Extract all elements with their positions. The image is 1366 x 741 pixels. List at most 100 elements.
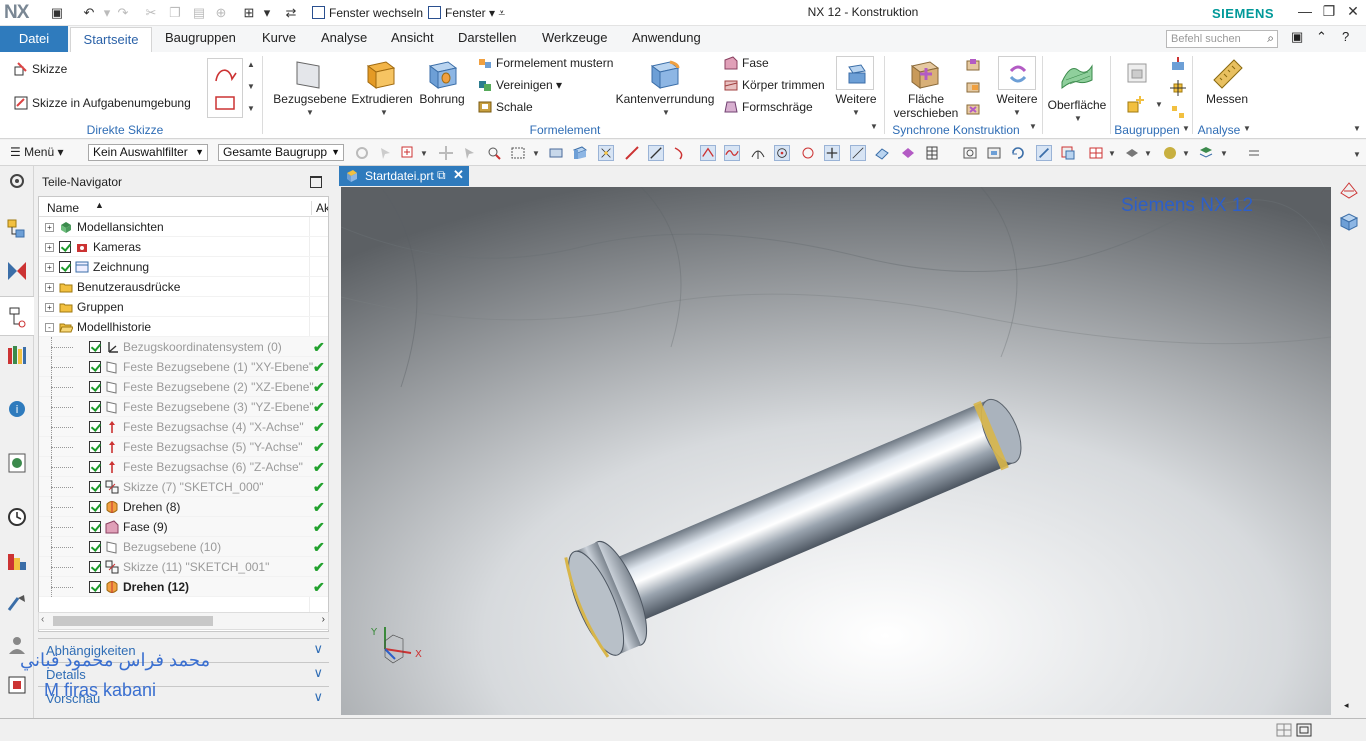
dropdown-icon[interactable]: ▼ [532, 149, 540, 158]
datum-plane-button[interactable]: Bezugsebene [272, 92, 348, 106]
gallery-up-icon[interactable]: ▲ [247, 60, 255, 69]
tab-home[interactable]: Startseite [70, 27, 152, 52]
tab-application[interactable]: Anwendung [632, 30, 701, 45]
help-icon[interactable]: ? [1342, 29, 1349, 44]
tab-assemblies[interactable]: Baugruppen [165, 30, 236, 45]
more-features-button[interactable]: Weitere [826, 92, 886, 106]
dropdown-icon[interactable]: ▼ [1108, 149, 1116, 158]
measure-button[interactable]: Messen [1198, 92, 1256, 106]
dropdown-icon[interactable]: ▼ [1182, 124, 1190, 133]
visibility-checkbox[interactable] [89, 361, 101, 373]
select-filter-icon[interactable] [400, 145, 416, 161]
visibility-checkbox[interactable] [89, 481, 101, 493]
control-point-icon[interactable] [672, 145, 688, 161]
expand-toggle-icon[interactable]: + [45, 223, 54, 232]
move-icon[interactable] [438, 145, 454, 161]
column-name[interactable]: Name [47, 201, 79, 215]
toolbar-options-icon[interactable] [1246, 145, 1262, 161]
command-search-input[interactable]: Befehl suchen ⌕ [1166, 30, 1278, 48]
rectangle-select-icon[interactable] [510, 145, 526, 161]
tree-row[interactable]: Drehen (12) ✔ [39, 577, 328, 597]
hd3d-tools-icon[interactable]: i [6, 398, 28, 420]
view-triad-icon[interactable] [1338, 178, 1360, 200]
visibility-checkbox[interactable] [89, 341, 101, 353]
chamfer-button[interactable]: Fase [724, 56, 769, 70]
scroll-left-icon[interactable]: ‹ [41, 614, 44, 625]
horizontal-scrollbar[interactable]: ‹ › [38, 612, 329, 630]
gallery-down-icon[interactable]: ▼ [247, 82, 255, 91]
view-section-icon[interactable] [1060, 145, 1076, 161]
tab-curve[interactable]: Kurve [262, 30, 296, 45]
move-face-line2[interactable]: verschieben [890, 106, 962, 120]
graphics-window[interactable]: Y X Siemens NX 12 [341, 187, 1331, 715]
tree-row[interactable]: + Benutzerausdrücke [39, 277, 328, 297]
tree-row[interactable]: Skizze (11) "SKETCH_001" ✔ [39, 557, 328, 577]
tree-row[interactable]: + Gruppen [39, 297, 328, 317]
draft-button[interactable]: Formschräge [724, 100, 813, 114]
dropdown-icon[interactable]: ▼ [1243, 124, 1251, 133]
selection-scope-select[interactable]: Gesamte Baugrupp ▼ [218, 144, 344, 161]
tree-row[interactable]: - Modellhistorie [39, 317, 328, 337]
dropdown-icon[interactable]: ▼ [870, 122, 878, 131]
delete-face-icon[interactable] [966, 102, 980, 116]
midpoint-icon[interactable] [648, 145, 664, 161]
existing-point-icon[interactable] [824, 145, 840, 161]
select-all-icon[interactable] [486, 145, 502, 161]
dropdown-icon[interactable]: ▼ [1074, 114, 1082, 123]
maximize-navigator-button[interactable] [310, 176, 322, 188]
minimize-button[interactable]: — [1294, 3, 1316, 19]
dropdown-icon[interactable]: ▼ [1013, 108, 1021, 117]
status-grid-icon[interactable] [1276, 722, 1292, 738]
part-navigator-tab[interactable] [0, 296, 34, 336]
new-component-icon[interactable] [1126, 94, 1146, 114]
tree-row[interactable]: Drehen (8) ✔ [39, 497, 328, 517]
intersection-icon[interactable] [700, 145, 716, 161]
endpoint-icon[interactable] [624, 145, 640, 161]
tree-row[interactable]: Feste Bezugsebene (2) "XZ-Ebene" ✔ [39, 377, 328, 397]
tree-row[interactable]: Feste Bezugsachse (4) "X-Achse" ✔ [39, 417, 328, 437]
expand-toggle-icon[interactable]: - [45, 323, 54, 332]
close-button[interactable]: ✕ [1342, 3, 1364, 20]
visibility-checkbox[interactable] [89, 441, 101, 453]
dropdown-icon[interactable]: ▼ [306, 108, 314, 117]
reuse-library-icon[interactable] [6, 344, 28, 366]
dropdown-icon[interactable]: ▼ [852, 108, 860, 117]
dropdown-icon[interactable]: ▼ [662, 108, 670, 117]
arc-center-icon[interactable] [750, 145, 766, 161]
tree-row[interactable]: + Kameras [39, 237, 328, 257]
zoom-icon[interactable] [962, 145, 978, 161]
system-scene-icon[interactable] [6, 674, 28, 696]
tree-row[interactable]: + Modellansichten [39, 217, 328, 237]
gallery-more-icon[interactable]: ▼ [247, 104, 255, 113]
tree-row[interactable]: Feste Bezugsachse (6) "Z-Achse" ✔ [39, 457, 328, 477]
sketch-curve-gallery[interactable] [207, 58, 243, 118]
dropdown-icon[interactable]: ▼ [1182, 149, 1190, 158]
fit-icon[interactable] [548, 145, 564, 161]
orient-view-icon[interactable] [1036, 145, 1052, 161]
tree-row[interactable]: Bezugsebene (10) ✔ [39, 537, 328, 557]
more-features-gallery[interactable] [836, 56, 874, 90]
pattern-feature-button[interactable]: Formelement mustern [478, 56, 613, 70]
visibility-checkbox[interactable] [89, 581, 101, 593]
shaded-icon[interactable] [1124, 145, 1140, 161]
curve-point-icon[interactable] [724, 145, 740, 161]
status-fullscreen-icon[interactable] [1296, 722, 1312, 738]
scroll-right-icon[interactable]: › [322, 614, 325, 625]
tree-row[interactable]: Feste Bezugsebene (3) "YZ-Ebene" ✔ [39, 397, 328, 417]
tree-row[interactable]: Fase (9) ✔ [39, 517, 328, 537]
visibility-checkbox[interactable] [89, 381, 101, 393]
fit-view-icon[interactable] [986, 145, 1002, 161]
tree-row[interactable]: Feste Bezugsebene (1) "XY-Ebene" ✔ [39, 357, 328, 377]
render-style-icon[interactable] [1088, 145, 1104, 161]
expand-toggle-icon[interactable]: + [45, 283, 54, 292]
expand-toggle-icon[interactable]: + [45, 263, 54, 272]
offset-region-icon[interactable] [966, 58, 980, 72]
visibility-checkbox[interactable] [89, 521, 101, 533]
grid-icon[interactable] [924, 145, 940, 161]
undock-icon[interactable]: ⧉ [437, 168, 446, 183]
unite-button[interactable]: Vereinigen ▾ [478, 78, 562, 92]
edge-blend-button[interactable]: Kantenverrundung [612, 92, 718, 106]
dropdown-icon[interactable]: ▼ [1144, 149, 1152, 158]
tree-row[interactable]: Feste Bezugsachse (5) "Y-Achse" ✔ [39, 437, 328, 457]
quadrant-point-icon[interactable] [800, 145, 816, 161]
